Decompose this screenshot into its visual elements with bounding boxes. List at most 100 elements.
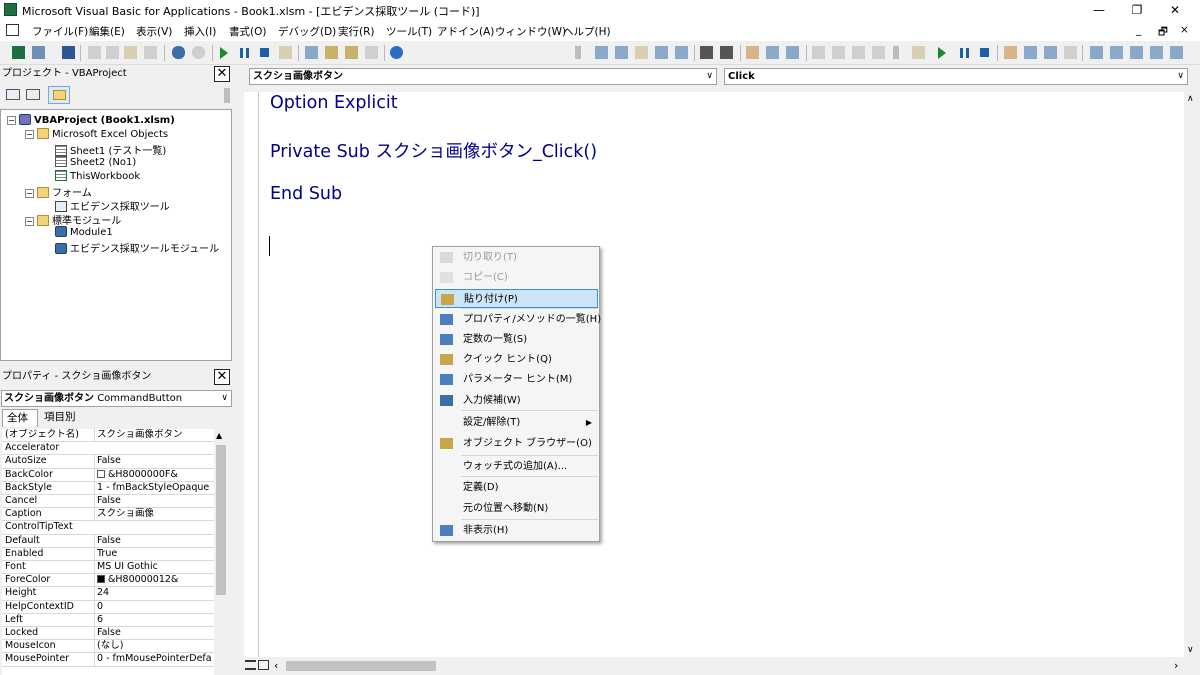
tree-node-thisworkbook[interactable]: ThisWorkbook [55, 170, 140, 182]
menu-tools[interactable]: ツール(T) [386, 24, 432, 39]
scroll-left-arrow[interactable]: ‹ [274, 659, 278, 672]
property-row[interactable]: MouseIcon (なし) [2, 640, 214, 654]
context-menu-item[interactable]: 貼り付け(P) [435, 289, 598, 308]
code-line-end-sub[interactable]: End Sub [270, 184, 342, 204]
watch-window-icon[interactable] [1130, 46, 1143, 59]
procedure-view-icon[interactable] [245, 660, 256, 670]
design-mode-icon[interactable] [279, 46, 292, 59]
break-icon-2[interactable] [960, 48, 969, 58]
context-menu-item[interactable]: 定数の一覧(S) [435, 330, 598, 349]
menu-insert[interactable]: 挿入(I) [184, 24, 216, 39]
property-value[interactable]: False [94, 534, 212, 548]
code-window-icon[interactable] [6, 24, 19, 36]
view-code-icon[interactable] [6, 89, 20, 100]
tree-expander[interactable]: − [25, 217, 34, 226]
tab-categorized[interactable]: 項目別 [40, 409, 84, 427]
toggle-breakpoint-icon[interactable] [746, 46, 759, 59]
menu-edit[interactable]: 編集(E) [89, 24, 125, 39]
property-row[interactable]: ForeColor &H80000012& [2, 574, 214, 588]
quick-info-icon[interactable] [635, 46, 648, 59]
tab-alphabetic[interactable]: 全体 [2, 409, 38, 427]
code-line-option-explicit[interactable]: Option Explicit [270, 93, 398, 113]
tree-node-vbaproject[interactable]: − VBAProject (Book1.xlsm) [7, 114, 175, 126]
code-editor[interactable]: Option Explicit Private Sub スクショ画像ボタン_Cl… [244, 92, 1184, 657]
editor-vertical-scrollbar[interactable]: ∧ ∨ [1184, 92, 1200, 657]
properties-window-icon[interactable] [325, 46, 338, 59]
property-row[interactable]: Left 6 [2, 613, 214, 627]
object-browser-icon[interactable] [345, 46, 358, 59]
minimize-button[interactable]: — [1082, 1, 1116, 19]
code-line-sub-declaration[interactable]: Private Sub スクショ画像ボタン_Click() [270, 138, 597, 163]
call-stack-icon[interactable] [1170, 46, 1183, 59]
property-value[interactable]: &H80000012& [94, 574, 212, 587]
property-value[interactable]: MS UI Gothic [94, 561, 212, 574]
menu-debug[interactable]: デバッグ(D) [278, 24, 336, 39]
scroll-up-arrow[interactable]: ∧ [1187, 94, 1194, 104]
tree-node-tool-module[interactable]: エビデンス採取ツールモジュール [55, 240, 219, 255]
property-value[interactable]: 24 [94, 587, 212, 600]
run-icon[interactable] [220, 47, 228, 59]
scroll-down-arrow[interactable]: ∨ [1187, 645, 1194, 655]
toolbox-icon[interactable] [365, 46, 378, 59]
property-row[interactable]: (オブジェクト名) スクショ画像ボタン [2, 429, 214, 443]
breakpoint-hand-icon[interactable] [1004, 46, 1017, 59]
context-menu-item[interactable]: 入力候補(W) [435, 391, 598, 410]
property-row[interactable]: Height 24 [2, 587, 214, 601]
tree-expander[interactable]: − [7, 116, 16, 125]
locals-window-icon[interactable] [1090, 46, 1103, 59]
paste-icon[interactable] [124, 46, 137, 59]
insert-userform-icon[interactable] [32, 46, 45, 59]
cut-icon[interactable] [88, 46, 101, 59]
object-selector-dropdown[interactable]: スクショ画像ボタン CommandButton ∨ [1, 390, 232, 407]
child-minimize-button[interactable]: _ [1136, 24, 1141, 36]
previous-bookmark-icon[interactable] [852, 46, 865, 59]
run-icon-2[interactable] [938, 47, 946, 59]
property-row[interactable]: BackStyle 1 - fmBackStyleOpaque [2, 481, 214, 495]
property-value[interactable]: False [94, 455, 212, 468]
property-value[interactable]: 0 - fmMousePointerDefau [94, 653, 212, 666]
toggle-bookmark-icon[interactable] [812, 46, 825, 59]
context-menu-item[interactable]: パラメーター ヒント(M) [435, 370, 598, 389]
project-toolbar-grip[interactable] [224, 88, 230, 103]
property-row[interactable]: Default False [2, 534, 214, 548]
reset-icon-2[interactable] [980, 48, 989, 57]
indent-icon[interactable] [700, 46, 713, 59]
view-object-icon[interactable] [26, 89, 40, 100]
scroll-up-arrow[interactable]: ▲ [216, 431, 222, 440]
save-icon[interactable] [62, 46, 75, 59]
menu-file[interactable]: ファイル(F) [32, 24, 88, 39]
scroll-thumb[interactable] [216, 445, 226, 595]
child-close-button[interactable]: × [1180, 24, 1189, 36]
menu-view[interactable]: 表示(V) [136, 24, 172, 39]
quick-watch-icon[interactable] [1150, 46, 1163, 59]
horizontal-scroll-thumb[interactable] [286, 661, 436, 671]
property-value[interactable]: 0 [94, 600, 212, 614]
help-icon[interactable] [390, 46, 403, 59]
toolbar-grip[interactable] [893, 46, 899, 59]
close-button[interactable]: ✕ [1158, 1, 1192, 19]
property-value[interactable]: スクショ画像 [94, 508, 212, 521]
context-menu-item[interactable]: コピー(C) [435, 268, 598, 287]
tree-node-forms[interactable]: − フォーム [25, 184, 92, 199]
property-row[interactable]: ControlTipText [2, 521, 214, 535]
property-value[interactable]: 1 - fmBackStyleOpaque [94, 481, 212, 495]
object-combo[interactable]: スクショ画像ボタン ∨ [249, 68, 717, 85]
context-menu-item[interactable]: 元の位置へ移動(N) [435, 499, 598, 518]
context-menu-item[interactable]: 定義(D) [435, 478, 598, 497]
properties-scrollbar[interactable]: ▲ [214, 429, 228, 675]
scroll-right-arrow[interactable]: › [1174, 659, 1178, 672]
parameter-info-icon[interactable] [655, 46, 668, 59]
property-row[interactable]: HelpContextID 0 [2, 600, 214, 614]
properties-grid[interactable]: (オブジェクト名) スクショ画像ボタン Accelerator AutoSize Fal… [2, 429, 214, 675]
context-menu-item[interactable]: ウォッチ式の追加(A)... [435, 457, 598, 476]
context-menu-item[interactable]: 切り取り(T) [435, 248, 598, 267]
property-value[interactable]: 6 [94, 613, 212, 627]
editor-horizontal-scrollbar[interactable]: ‹ › [244, 657, 1200, 675]
property-row[interactable]: Accelerator [2, 442, 214, 456]
menu-addins[interactable]: アドイン(A) [437, 24, 494, 39]
property-value[interactable]: スクショ画像ボタン [94, 429, 212, 442]
property-value[interactable]: True [94, 547, 212, 561]
next-bookmark-icon[interactable] [832, 46, 845, 59]
property-row[interactable]: Cancel False [2, 495, 214, 509]
step-out-icon[interactable] [1064, 46, 1077, 59]
